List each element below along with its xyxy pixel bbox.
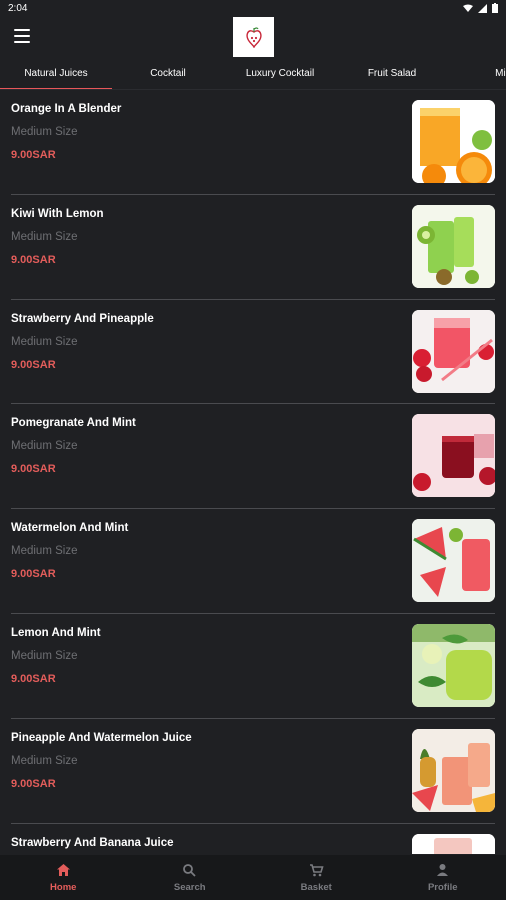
product-size: Medium Size <box>11 649 78 662</box>
product-size: Medium Size <box>11 335 78 348</box>
status-time: 2:04 <box>8 2 28 14</box>
product-name: Orange In A Blender <box>11 103 122 115</box>
product-image[interactable] <box>412 204 495 288</box>
product-item[interactable]: Orange In A Blender Medium Size 9.00SAR <box>11 90 495 195</box>
product-item[interactable]: Strawberry And Pineapple Medium Size 9.00S… <box>11 300 495 405</box>
product-price: 9.00SAR <box>11 568 56 581</box>
product-image[interactable] <box>412 414 495 498</box>
product-name: Kiwi With Lemon <box>11 207 104 220</box>
product-size: Medium Size <box>11 230 78 243</box>
tab-natural-juices[interactable]: Natural Juices <box>0 60 112 89</box>
product-size: Medium Size <box>11 754 78 767</box>
product-list: Orange In A Blender Medium Size 9.00SAR Kiw… <box>0 90 506 854</box>
nav-basket[interactable]: Basket <box>253 855 380 900</box>
product-item[interactable]: Watermelon And Mint Medium Size 9.00SAR <box>11 509 495 614</box>
product-size: Medium Size <box>11 545 78 558</box>
product-image[interactable] <box>412 728 495 812</box>
product-image[interactable] <box>412 519 495 603</box>
product-item[interactable]: Pineapple And Watermelon Juice Medium Siz… <box>11 719 495 824</box>
product-name: Watermelon And Mint <box>11 522 129 535</box>
product-item[interactable]: Kiwi With Lemon Medium Size 9.00SAR <box>11 195 495 300</box>
category-tabs: Natural Juices Cocktail Luxury Cocktail Fru… <box>0 60 506 90</box>
battery-icon <box>492 3 498 13</box>
bottom-navigation: Home Search Basket Profile <box>0 855 506 900</box>
tab-cocktail[interactable]: Cocktail <box>112 60 224 89</box>
app-bar <box>0 16 506 58</box>
product-image[interactable] <box>412 309 495 393</box>
product-name: Pineapple And Watermelon Juice <box>11 731 192 744</box>
nav-label: Basket <box>300 881 332 893</box>
product-image[interactable] <box>412 623 495 707</box>
product-image[interactable] <box>412 833 495 854</box>
product-name: Strawberry And Banana Juice <box>11 836 174 849</box>
tab-milk[interactable]: Milk <box>448 60 506 89</box>
nav-label: Profile <box>427 881 458 893</box>
product-item[interactable]: Lemon And Mint Medium Size 9.00SAR <box>11 614 495 719</box>
signal-icon <box>478 3 487 13</box>
tab-luxury-cocktail[interactable]: Luxury Cocktail <box>224 60 336 89</box>
product-name: Strawberry And Pineapple <box>11 312 154 325</box>
product-price: 9.00SAR <box>11 777 56 790</box>
menu-icon[interactable] <box>14 29 30 43</box>
product-price: 9.00SAR <box>11 149 56 161</box>
product-image[interactable] <box>412 100 495 183</box>
product-price: 9.00SAR <box>11 358 56 371</box>
product-price: 9.00SAR <box>11 672 56 685</box>
product-item[interactable]: Pomegranate And Mint Medium Size 9.00SAR <box>11 404 495 510</box>
nav-search[interactable]: Search <box>127 855 254 900</box>
tab-fruit-salad[interactable]: Fruit Salad <box>336 60 448 89</box>
product-item[interactable]: Strawberry And Banana Juice <box>11 824 495 854</box>
status-bar: 2:04 <box>0 0 506 16</box>
product-name: Pomegranate And Mint <box>11 417 136 430</box>
product-price: 9.00SAR <box>11 253 56 266</box>
logo-icon <box>246 27 261 48</box>
product-name: Lemon And Mint <box>11 626 101 639</box>
product-size: Medium Size <box>11 440 78 453</box>
nav-profile[interactable]: Profile <box>380 855 506 900</box>
profile-icon <box>435 863 450 880</box>
product-size: Medium Size <box>11 126 78 138</box>
product-price: 9.00SAR <box>11 463 56 476</box>
nav-home[interactable]: Home <box>0 855 127 900</box>
nav-label: Home <box>50 881 77 893</box>
nav-label: Search <box>173 881 206 893</box>
app-logo <box>233 17 274 57</box>
search-icon <box>182 863 197 880</box>
home-icon <box>56 863 71 880</box>
cart-icon <box>309 863 324 880</box>
wifi-icon <box>463 4 473 12</box>
status-icons <box>463 3 498 13</box>
